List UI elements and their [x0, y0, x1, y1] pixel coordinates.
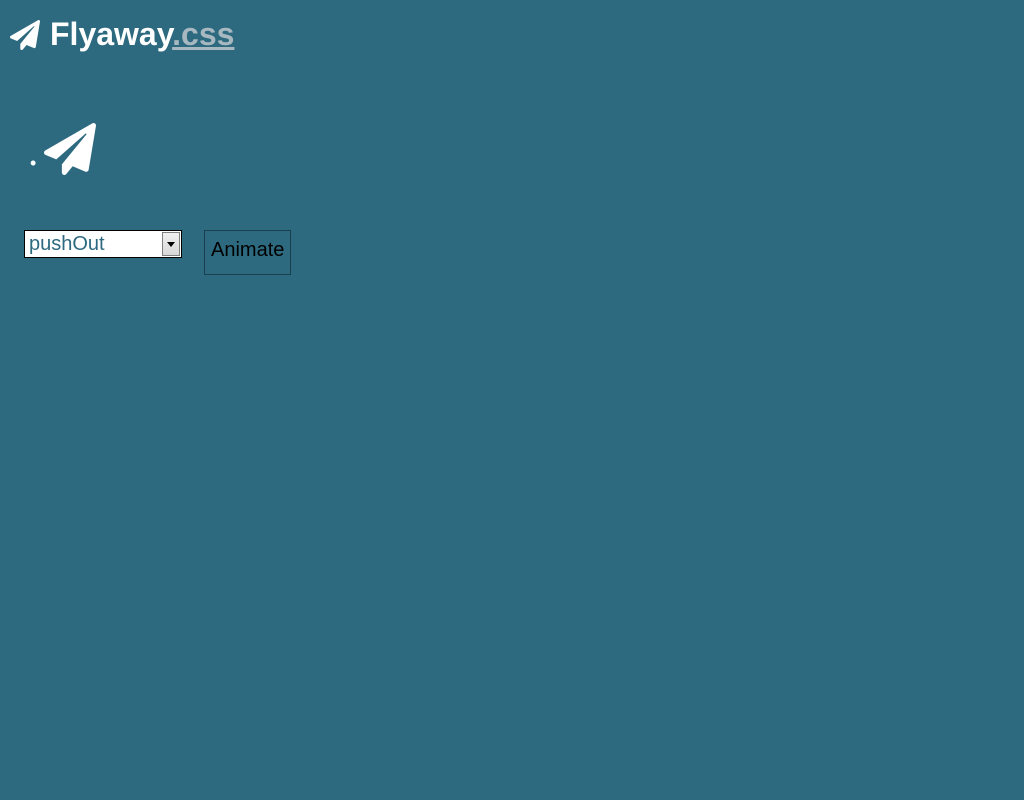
bullet-point: •	[30, 153, 36, 174]
page-title: Flyaway.css	[50, 16, 234, 53]
controls-row: pushOut Animate	[24, 230, 1014, 275]
animate-button[interactable]: Animate	[204, 230, 291, 275]
chevron-down-icon	[162, 232, 180, 256]
select-value: pushOut	[29, 233, 105, 255]
title-main: Flyaway	[50, 16, 172, 52]
animation-select[interactable]: pushOut	[24, 230, 182, 258]
paper-plane-icon	[44, 123, 96, 180]
page-header: Flyaway.css	[10, 16, 1014, 53]
paper-plane-icon	[10, 20, 40, 50]
title-suffix: .css	[172, 16, 234, 52]
demo-area: •	[30, 123, 1014, 180]
